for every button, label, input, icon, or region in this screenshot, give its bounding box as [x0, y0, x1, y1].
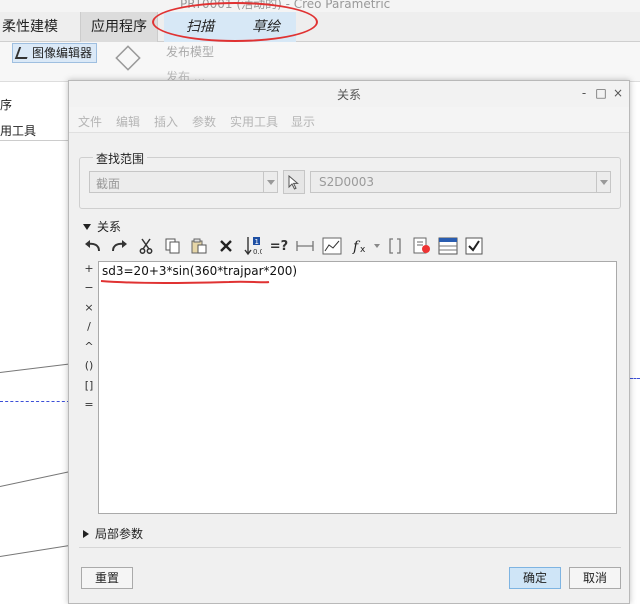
divide-operator[interactable]: /: [81, 320, 97, 333]
relations-dialog: 关系 - □ × 文件 编辑 插入 参数 实用工具 显示 查找范围 截面 S2D…: [68, 80, 630, 604]
chevron-down-icon[interactable]: [263, 172, 277, 192]
expand-icon: [83, 529, 89, 538]
power-operator[interactable]: ^: [81, 340, 97, 353]
annotation-underline: [100, 280, 270, 284]
object-select[interactable]: S2D0003: [310, 171, 611, 193]
look-in-label: 查找范围: [93, 150, 148, 167]
sort-icon[interactable]: 1 0.0: [243, 235, 263, 257]
menu-insert[interactable]: 插入: [154, 113, 178, 130]
relations-section-toggle[interactable]: 关系: [83, 218, 121, 235]
redo-icon[interactable]: [109, 235, 129, 257]
close-button[interactable]: ×: [611, 85, 625, 101]
delete-icon[interactable]: [217, 235, 235, 257]
minimize-button[interactable]: -: [577, 85, 591, 101]
axis-line: [0, 401, 70, 402]
publish-model-label: 发布模型: [166, 45, 215, 59]
model-tree-panel: [0, 82, 70, 604]
plus-operator[interactable]: +: [81, 262, 97, 275]
ok-button[interactable]: 确定: [509, 567, 561, 589]
svg-text:1: 1: [255, 238, 259, 246]
pen-icon: [14, 47, 32, 59]
app-title-bar: PRT0001 (活动的) - Creo Parametric: [0, 0, 640, 12]
tab-flexible-modeling[interactable]: 柔性建模: [0, 12, 80, 42]
divider: [79, 547, 621, 548]
select-pointer-button[interactable]: [283, 170, 305, 194]
scope-select[interactable]: 截面: [89, 171, 278, 193]
function-icon[interactable]: fx: [351, 235, 383, 257]
local-parameters-label: 局部参数: [95, 527, 144, 541]
chart-icon[interactable]: [321, 235, 343, 257]
axis-line: [630, 378, 640, 379]
menu-edit[interactable]: 编辑: [116, 113, 140, 130]
cancel-button[interactable]: 取消: [569, 567, 621, 589]
maximize-button[interactable]: □: [594, 85, 608, 101]
table-icon[interactable]: [437, 235, 459, 257]
multiply-operator[interactable]: ×: [81, 301, 97, 314]
brackets-operator[interactable]: []: [81, 379, 97, 392]
cut-icon[interactable]: [137, 235, 155, 257]
menu-show[interactable]: 显示: [291, 113, 315, 130]
object-value: S2D0003: [319, 175, 375, 189]
dialog-title: 关系: [336, 88, 361, 102]
undo-icon[interactable]: [83, 235, 103, 257]
menu-bar: 文件 编辑 插入 参数 实用工具 显示: [69, 107, 629, 133]
relations-label: 关系: [97, 220, 122, 234]
image-editor-button[interactable]: 图像编辑器: [12, 43, 98, 63]
svg-text:0.0: 0.0: [253, 248, 262, 256]
copy-icon[interactable]: [163, 235, 183, 257]
menu-utilities[interactable]: 实用工具: [230, 113, 278, 130]
local-parameters-toggle[interactable]: 局部参数: [83, 525, 143, 542]
menu-file[interactable]: 文件: [78, 113, 102, 130]
pointer-icon: [288, 175, 299, 190]
relation-text[interactable]: sd3=20+3*sin(360*trajpar*200): [102, 264, 297, 278]
annotation-ellipse: [152, 2, 318, 42]
left-panel-tools: 用工具: [0, 124, 37, 138]
reset-button[interactable]: 重置: [81, 567, 133, 589]
menu-parameters[interactable]: 参数: [192, 113, 216, 130]
minus-operator[interactable]: −: [81, 281, 97, 294]
check-icon[interactable]: [463, 235, 485, 257]
verify-icon[interactable]: [411, 235, 433, 257]
equals-operator[interactable]: =: [81, 398, 97, 411]
relations-editor[interactable]: sd3=20+3*sin(360*trajpar*200): [98, 261, 617, 514]
left-panel-sequence: 序: [0, 98, 13, 112]
divider: [0, 140, 70, 141]
measure-icon[interactable]: [295, 235, 315, 257]
bracket-icon[interactable]: [387, 235, 403, 257]
paste-icon[interactable]: [189, 235, 209, 257]
scope-value: 截面: [96, 177, 121, 191]
image-editor-label: 图像编辑器: [32, 46, 93, 60]
tab-applications[interactable]: 应用程序: [80, 12, 158, 42]
svg-text:x: x: [360, 245, 366, 255]
ribbon-tabs: 柔性建模 应用程序 扫描 草绘: [0, 12, 640, 42]
dialog-title-bar: 关系 - □ ×: [69, 81, 629, 107]
collapse-icon: [83, 223, 91, 230]
relations-toolbar: 1 0.0 =? fx: [83, 235, 513, 259]
chevron-down-icon[interactable]: [596, 172, 610, 192]
parentheses-operator[interactable]: (): [81, 359, 97, 372]
evaluate-icon[interactable]: =?: [269, 235, 289, 257]
